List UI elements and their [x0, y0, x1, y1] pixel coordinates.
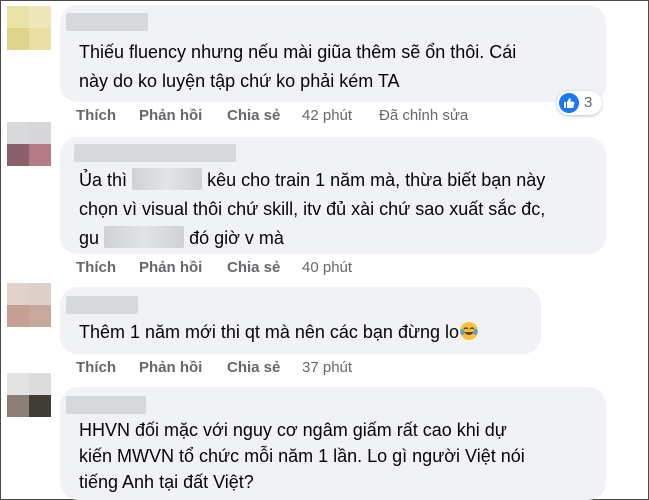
- comment-text-line: gu đó giờ v mà: [79, 224, 284, 253]
- reaction-count: 3: [584, 94, 593, 111]
- reply-button[interactable]: Phản hồi: [139, 259, 202, 276]
- comment-text-line: kiến MWVN tổ chức mỗi năm 1 lần. Lo gì n…: [79, 446, 525, 466]
- like-reaction-icon: [559, 93, 579, 113]
- edited-label: Đã chỉnh sửa: [379, 107, 469, 124]
- redacted-name: [104, 226, 185, 248]
- comment-text: đó giờ v mà: [189, 228, 284, 248]
- comment-text-line: Thêm 1 năm mới thi qt mà nên các bạn đừn…: [79, 318, 479, 347]
- like-button[interactable]: Thích: [76, 359, 116, 376]
- share-button[interactable]: Chia sẻ: [227, 107, 280, 124]
- avatar[interactable]: [7, 373, 51, 417]
- comment-text-line: này do ko luyện tập chứ ko phải kém TA: [79, 71, 400, 91]
- comment-text-line: Thiếu fluency nhưng nếu mài giũa thêm sẽ…: [79, 42, 517, 62]
- avatar[interactable]: [7, 283, 51, 327]
- share-button[interactable]: Chia sẻ: [227, 259, 280, 276]
- comment-text-line: chọn vì visual thôi chứ skill, itv đủ xà…: [79, 199, 546, 219]
- comment-text: gu: [79, 228, 100, 248]
- comment-text: Ủa thì: [79, 170, 128, 190]
- tears-of-joy-emoji: [460, 322, 479, 340]
- reaction-summary[interactable]: 3: [557, 91, 602, 115]
- avatar[interactable]: [7, 122, 51, 166]
- comment-text: kêu cho train 1 năm mà, thừa biết bạn nà…: [207, 170, 546, 190]
- comment-timestamp[interactable]: 37 phút: [302, 359, 352, 376]
- like-button[interactable]: Thích: [76, 107, 116, 124]
- commenter-name-redacted[interactable]: [74, 144, 236, 162]
- comment-text: Thêm 1 năm mới thi qt mà nên các bạn đừn…: [79, 322, 460, 342]
- commenter-name-redacted[interactable]: [66, 296, 138, 314]
- commenter-name-redacted[interactable]: [66, 396, 146, 414]
- commenter-name-redacted[interactable]: [66, 13, 148, 31]
- comment-text-line: Ủa thì kêu cho train 1 năm mà, thừa biết…: [79, 166, 545, 195]
- share-button[interactable]: Chia sẻ: [227, 359, 280, 376]
- comment-timestamp[interactable]: 42 phút: [302, 107, 352, 124]
- reply-button[interactable]: Phản hồi: [139, 107, 202, 124]
- comment-timestamp[interactable]: 40 phút: [302, 259, 352, 276]
- reply-button[interactable]: Phản hồi: [139, 359, 202, 376]
- like-button[interactable]: Thích: [76, 259, 116, 276]
- avatar[interactable]: [7, 6, 51, 50]
- comment-text-line: tiếng Anh tại đất Việt?: [79, 472, 254, 492]
- redacted-name: [132, 168, 203, 190]
- comment-text-line: HHVN đối mặc với nguy cơ ngâm giấm rất c…: [79, 420, 507, 440]
